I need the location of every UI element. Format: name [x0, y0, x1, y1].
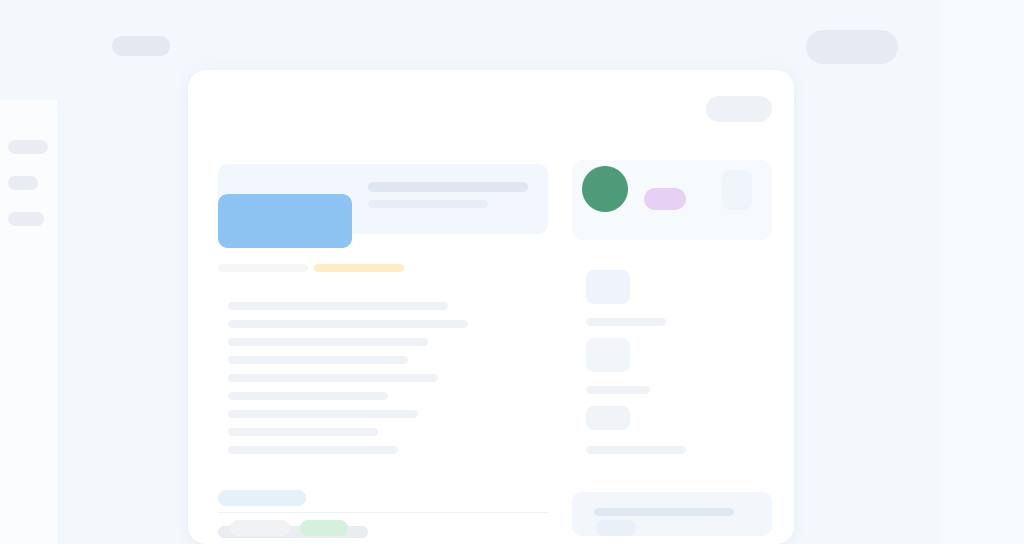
sidebar-item[interactable] — [8, 140, 48, 154]
app-window — [0, 0, 1024, 544]
strip-text-line — [368, 200, 488, 208]
stat-block — [586, 338, 630, 372]
strip-text-line — [594, 508, 734, 516]
text-line — [228, 446, 398, 454]
main-card — [188, 70, 794, 544]
tag — [314, 264, 404, 272]
left-sidebar — [0, 100, 59, 544]
text-line — [228, 302, 448, 310]
sidebar-item[interactable] — [8, 176, 38, 190]
right-margin — [940, 0, 1024, 544]
stat-line — [586, 318, 666, 326]
strip-text-line — [368, 182, 528, 192]
bottom-tag — [300, 520, 348, 536]
text-line — [228, 356, 408, 364]
divider — [218, 512, 548, 513]
tag-row — [218, 264, 418, 276]
card-action-button[interactable] — [706, 96, 772, 122]
text-line — [228, 392, 388, 400]
stat-block — [586, 270, 630, 304]
logo[interactable] — [112, 36, 170, 56]
badge — [644, 188, 686, 210]
text-line — [228, 428, 378, 436]
bottom-tag — [230, 520, 290, 536]
stat-line — [586, 386, 650, 394]
text-line — [228, 374, 438, 382]
stat-line — [586, 446, 686, 454]
text-line — [228, 410, 418, 418]
link-chip[interactable] — [218, 490, 306, 506]
bottom-tag — [596, 520, 636, 536]
left-panel — [218, 164, 548, 538]
tag — [218, 264, 308, 272]
stat-block — [586, 406, 630, 430]
user-avatar-icon[interactable] — [582, 166, 628, 212]
account-button[interactable] — [806, 30, 898, 64]
profile-box — [572, 160, 772, 240]
primary-button[interactable] — [218, 194, 352, 248]
text-line — [228, 338, 428, 346]
right-panel — [572, 160, 772, 544]
text-line — [228, 320, 468, 328]
sidebar-item[interactable] — [8, 212, 44, 226]
decor-block — [722, 170, 752, 210]
